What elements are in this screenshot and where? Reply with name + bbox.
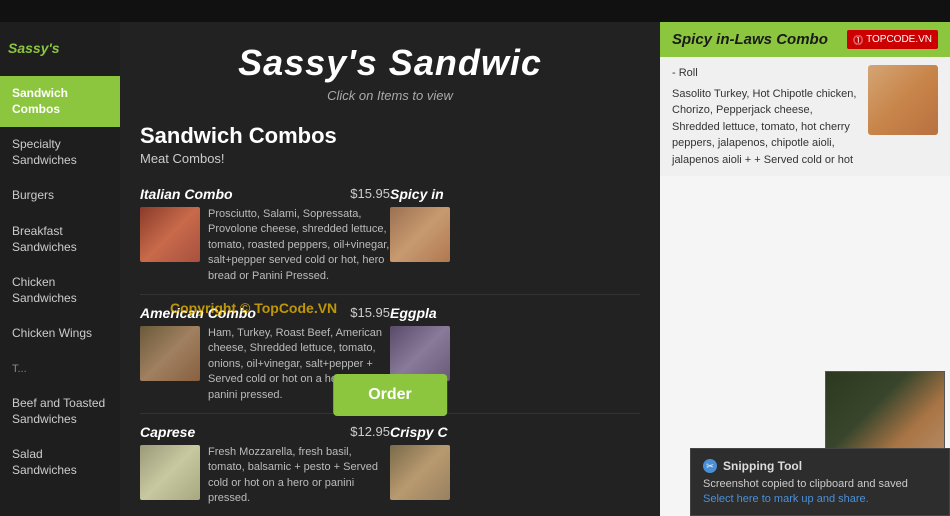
snipping-tool-label: Snipping Tool (723, 459, 802, 473)
item-name-caprese: Caprese (140, 424, 195, 440)
item-desc-italian: Prosciutto, Salami, Sopressata, Provolon… (208, 207, 390, 284)
sidebar-item-sandwich-combos[interactable]: Sandwich Combos (0, 76, 120, 127)
topcode-label: TOPCODE.VN (866, 34, 932, 45)
snipping-message: Screenshot copied to clipboard and saved (703, 478, 937, 490)
snipping-notification[interactable]: ✂ Snipping Tool Screenshot copied to cli… (690, 448, 950, 516)
hero-section: Sassy's Sandwic Click on Items to view (120, 22, 660, 113)
sidebar-item-breakfast-sandwiches[interactable]: Breakfast Sandwiches (0, 214, 120, 265)
sidebar-item-burgers[interactable]: Burgers (0, 178, 120, 214)
sidebar-item-beef-toasted[interactable]: Beef and Toasted Sandwiches (0, 386, 120, 437)
items-grid: Italian Combo $15.95 Prosciutto, Salami,… (120, 171, 660, 516)
item-name-american: American Combo (140, 305, 256, 321)
item-name-eggplant: Eggpla (390, 305, 437, 321)
logo: Sassy's (8, 40, 60, 56)
menu-item-spicy-in[interactable]: Spicy in (390, 176, 640, 295)
spicy-title: Spicy in-Laws Combo (672, 31, 828, 48)
item-price-italian: $15.95 (350, 186, 390, 201)
mini-preview-inner (826, 372, 944, 460)
order-button[interactable]: Order (333, 374, 447, 416)
item-name-spicy: Spicy in (390, 186, 444, 202)
item-name-crispy: Crispy C (390, 424, 448, 440)
top-bar (0, 0, 950, 22)
menu-item-italian-combo[interactable]: Italian Combo $15.95 Prosciutto, Salami,… (140, 176, 390, 295)
sidebar-item-salad[interactable]: Salad Sandwiches (0, 437, 120, 488)
spicy-header: Spicy in-Laws Combo ⓵ TOPCODE.VN (660, 22, 950, 57)
item-image-spicy (390, 207, 450, 262)
menu-item-caprese[interactable]: Caprese $12.95 Fresh Mozzarella, fresh b… (140, 414, 390, 516)
item-price-american: $15.95 (350, 305, 390, 320)
snipping-link[interactable]: Select here to mark up and share. (703, 493, 869, 505)
logo-area: Sassy's (0, 32, 120, 66)
right-panel: Spicy in-Laws Combo ⓵ TOPCODE.VN - Roll … (660, 22, 950, 516)
menu-item-crispy[interactable]: Crispy C (390, 414, 640, 516)
item-image-crispy (390, 445, 450, 500)
section-title: Sandwich Combos (140, 123, 640, 149)
main-container: Sassy's Sandwich Combos Specialty Sandwi… (0, 22, 950, 516)
spicy-image (868, 65, 938, 135)
item-image-eggplant (390, 326, 450, 381)
sidebar-item-chicken-sandwiches[interactable]: Chicken Sandwiches (0, 265, 120, 316)
item-image-american (140, 326, 200, 381)
spicy-content: - Roll Sasolito Turkey, Hot Chipotle chi… (660, 57, 950, 176)
item-image-italian (140, 207, 200, 262)
item-desc-caprese: Fresh Mozzarella, fresh basil, tomato, b… (208, 445, 390, 507)
section-header: Sandwich Combos Meat Combos! (120, 113, 660, 171)
topcode-icon: ⓵ (853, 32, 863, 47)
sidebar: Sassy's Sandwich Combos Specialty Sandwi… (0, 22, 120, 516)
sidebar-item-toasted[interactable]: T... (0, 352, 120, 386)
hero-title: Sassy's Sandwic (150, 42, 630, 84)
item-name-italian: Italian Combo (140, 186, 233, 202)
topcode-badge: ⓵ TOPCODE.VN (847, 30, 938, 49)
hero-subtitle: Click on Items to view (150, 88, 630, 103)
sidebar-item-specialty-sandwiches[interactable]: Specialty Sandwiches (0, 127, 120, 178)
spicy-description: - Roll Sasolito Turkey, Hot Chipotle chi… (672, 65, 860, 168)
item-price-caprese: $12.95 (350, 424, 390, 439)
section-subtitle: Meat Combos! (140, 151, 640, 166)
snipping-tool-icon: ✂ (703, 459, 717, 473)
center-content: Sassy's Sandwic Click on Items to view S… (120, 22, 660, 516)
sidebar-item-chicken-wings[interactable]: Chicken Wings (0, 316, 120, 352)
spicy-desc-text: Sasolito Turkey, Hot Chipotle chicken, C… (672, 86, 860, 169)
item-image-caprese (140, 445, 200, 500)
roll-label: - Roll (672, 65, 860, 82)
snipping-header: ✂ Snipping Tool (703, 459, 937, 473)
